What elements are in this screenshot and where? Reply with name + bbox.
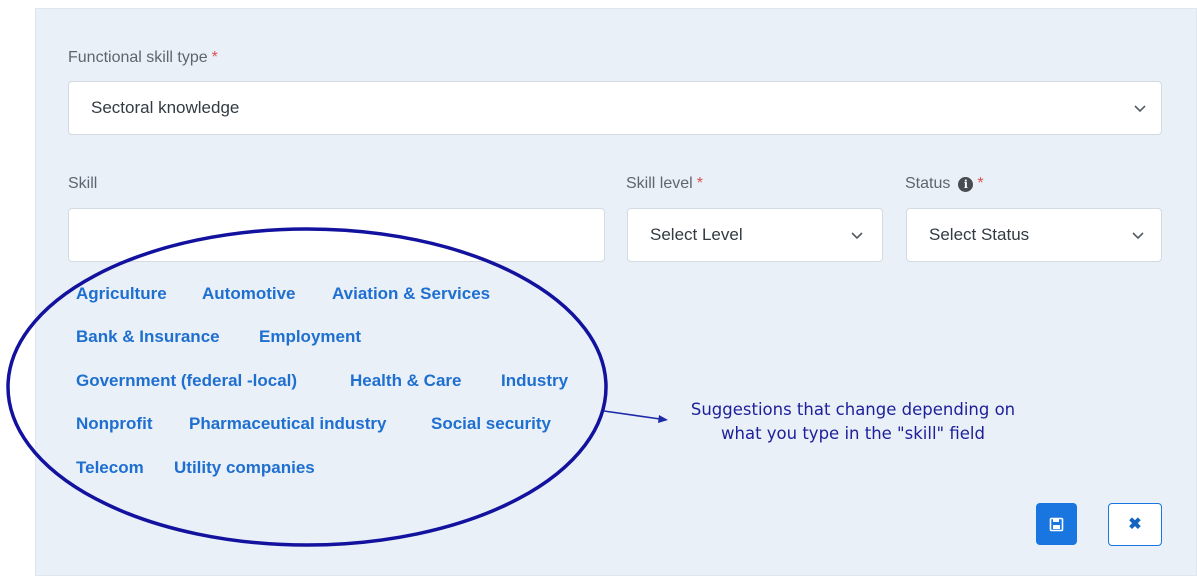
chevron-down-icon (1132, 232, 1144, 240)
skill-input[interactable] (68, 208, 605, 262)
suggestion-item[interactable]: Pharmaceutical industry (189, 414, 386, 434)
required-mark: * (211, 49, 218, 66)
required-mark: * (977, 175, 984, 192)
status-value: Select Status (929, 225, 1030, 244)
chevron-down-icon (851, 232, 863, 240)
suggestion-item[interactable]: Health & Care (350, 371, 461, 391)
status-select[interactable]: Select Status (906, 208, 1162, 262)
functional-skill-type-value: Sectoral knowledge (91, 98, 240, 117)
skill-level-label: Skill level * (626, 175, 703, 192)
chevron-down-icon (1134, 105, 1146, 113)
functional-skill-type-select[interactable]: Sectoral knowledge (68, 81, 1162, 135)
suggestion-item[interactable]: Industry (501, 371, 568, 391)
suggestion-item[interactable]: Nonprofit (76, 414, 152, 434)
close-icon: ✖ (1128, 516, 1142, 533)
annotation-line-2: what you type in the "skill" field (721, 424, 985, 443)
suggestion-item[interactable]: Employment (259, 327, 361, 347)
suggestion-item[interactable]: Bank & Insurance (76, 327, 220, 347)
suggestion-item[interactable]: Utility companies (174, 458, 315, 478)
suggestion-item[interactable]: Automotive (202, 284, 296, 304)
status-label: Status i * (905, 175, 984, 192)
functional-skill-type-label: Functional skill type * (68, 49, 218, 66)
skill-level-select[interactable]: Select Level (627, 208, 883, 262)
suggestion-item[interactable]: Agriculture (76, 284, 167, 304)
save-icon (1049, 517, 1064, 532)
skill-level-value: Select Level (650, 225, 743, 244)
info-icon[interactable]: i (958, 177, 974, 192)
skill-label: Skill (68, 175, 98, 192)
save-button[interactable] (1036, 503, 1077, 545)
suggestion-item[interactable]: Social security (431, 414, 551, 434)
suggestion-item[interactable]: Telecom (76, 458, 144, 478)
suggestion-item[interactable]: Government (federal -local) (76, 371, 297, 391)
annotation-note: Suggestions that change depending on wha… (648, 398, 1058, 446)
required-mark: * (696, 175, 703, 192)
suggestion-item[interactable]: Aviation & Services (332, 284, 490, 304)
annotation-line-1: Suggestions that change depending on (690, 400, 1016, 419)
cancel-button[interactable]: ✖ (1108, 503, 1162, 546)
